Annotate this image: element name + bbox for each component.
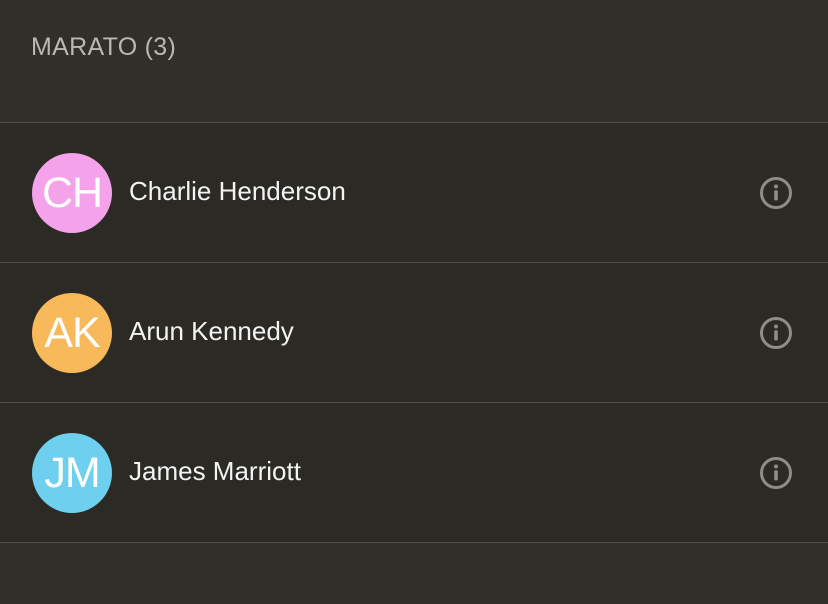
empty-area <box>0 543 828 604</box>
info-icon[interactable] <box>759 176 793 210</box>
contact-row[interactable]: JM James Marriott <box>0 402 828 543</box>
contact-list: CH Charlie Henderson AK Arun Kennedy JM … <box>0 122 828 543</box>
avatar: CH <box>32 153 112 233</box>
section-header: MARATO (3) <box>0 0 828 122</box>
section-title: MARATO (3) <box>31 33 177 61</box>
contact-row[interactable]: AK Arun Kennedy <box>0 262 828 402</box>
info-icon[interactable] <box>759 316 793 350</box>
contact-name: Charlie Henderson <box>129 176 346 206</box>
contact-name: James Marriott <box>129 456 301 486</box>
contact-row[interactable]: CH Charlie Henderson <box>0 122 828 262</box>
contact-name: Arun Kennedy <box>129 316 294 346</box>
info-icon[interactable] <box>759 456 793 490</box>
avatar: AK <box>32 293 112 373</box>
avatar: JM <box>32 433 112 513</box>
